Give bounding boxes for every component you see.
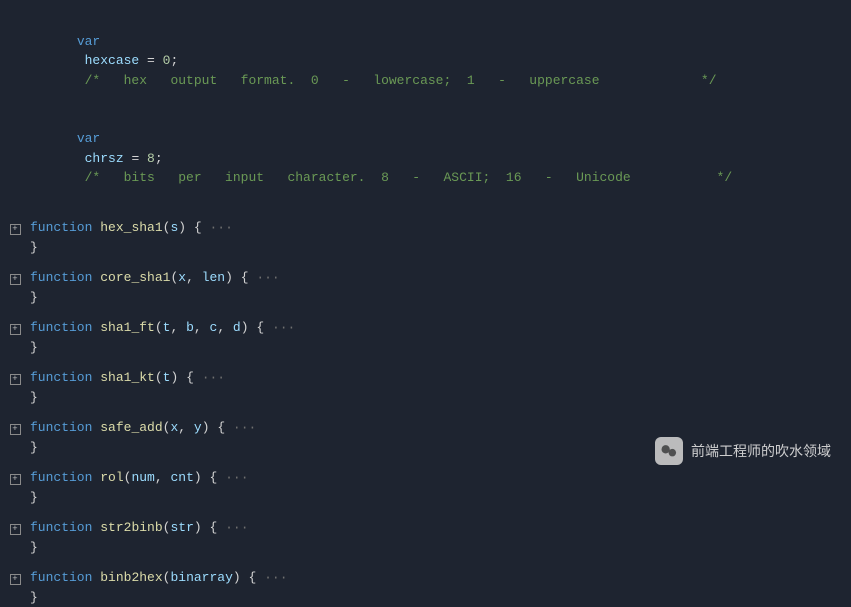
keyword-function: function [30,520,92,535]
keyword-function: function [30,570,92,585]
close-brace-line: } [0,288,851,308]
keyword-function: function [30,370,92,385]
collapsed-indicator[interactable]: ··· [225,420,256,435]
function-signature-line: +function safe_add(x, y) { ··· [0,418,851,438]
collapsed-indicator[interactable]: ··· [264,320,295,335]
function-signature-line: +function hex_sha1(s) { ··· [0,218,851,238]
close-brace-line: } [0,538,851,558]
param: cnt [170,470,193,485]
function-name: sha1_ft [100,320,155,335]
var-line: var hexcase = 0; /* hex output format. 0… [0,12,851,110]
close-brace-line: } [0,588,851,607]
fold-toggle-icon[interactable]: + [10,424,21,435]
keyword-function: function [30,220,92,235]
collapsed-indicator[interactable]: ··· [249,270,280,285]
param: str [170,520,193,535]
collapsed-indicator[interactable]: ··· [202,220,233,235]
fold-toggle-icon[interactable]: + [10,374,21,385]
watermark: 前端工程师的吹水领域 [655,437,831,465]
collapsed-indicator[interactable]: ··· [217,470,248,485]
wechat-icon [655,437,683,465]
function-block: +function hex_sha1(s) { ···} [0,218,851,257]
code-editor: var hexcase = 0; /* hex output format. 0… [0,0,851,607]
param: x [178,270,186,285]
function-name: sha1_kt [100,370,155,385]
keyword-function: function [30,470,92,485]
close-brace-line: } [0,488,851,508]
var-line: var chrsz = 8; /* bits per input charact… [0,110,851,208]
function-name: rol [100,470,123,485]
keyword-var: var [77,34,100,49]
comment: /* hex output format. 0 - lowercase; 1 -… [85,73,717,88]
function-name: safe_add [100,420,162,435]
param: binarray [170,570,232,585]
fold-toggle-icon[interactable]: + [10,274,21,285]
fold-toggle-icon[interactable]: + [10,474,21,485]
function-block: +function core_sha1(x, len) { ···} [0,268,851,307]
comment: /* bits per input character. 8 - ASCII; … [85,170,733,185]
param: d [233,320,241,335]
function-block: +function sha1_ft(t, b, c, d) { ···} [0,318,851,357]
function-signature-line: +function binb2hex(binarray) { ··· [0,568,851,588]
function-name: hex_sha1 [100,220,162,235]
function-block: +function rol(num, cnt) { ···} [0,468,851,507]
param: len [202,270,225,285]
var-name: chrsz [85,151,124,166]
function-signature-line: +function sha1_kt(t) { ··· [0,368,851,388]
function-name: binb2hex [100,570,162,585]
collapsed-indicator[interactable]: ··· [194,370,225,385]
keyword-function: function [30,320,92,335]
collapsed-indicator[interactable]: ··· [217,520,248,535]
keyword-var: var [77,131,100,146]
function-signature-line: +function rol(num, cnt) { ··· [0,468,851,488]
function-signature-line: +function str2binb(str) { ··· [0,518,851,538]
function-block: +function sha1_kt(t) { ···} [0,368,851,407]
collapsed-indicator[interactable]: ··· [256,570,287,585]
fold-toggle-icon[interactable]: + [10,524,21,535]
close-brace-line: } [0,388,851,408]
function-block: +function binb2hex(binarray) { ···} [0,568,851,607]
param: y [194,420,202,435]
keyword-function: function [30,270,92,285]
function-block: +function str2binb(str) { ···} [0,518,851,557]
function-signature-line: +function sha1_ft(t, b, c, d) { ··· [0,318,851,338]
close-brace-line: } [0,238,851,258]
param: num [131,470,154,485]
param: b [186,320,194,335]
fold-toggle-icon[interactable]: + [10,324,21,335]
watermark-text: 前端工程师的吹水领域 [691,441,831,461]
var-name: hexcase [85,53,140,68]
function-name: str2binb [100,520,162,535]
fold-toggle-icon[interactable]: + [10,224,21,235]
function-signature-line: +function core_sha1(x, len) { ··· [0,268,851,288]
fold-toggle-icon[interactable]: + [10,574,21,585]
function-name: core_sha1 [100,270,170,285]
close-brace-line: } [0,338,851,358]
keyword-function: function [30,420,92,435]
var-value: 8 [147,151,155,166]
